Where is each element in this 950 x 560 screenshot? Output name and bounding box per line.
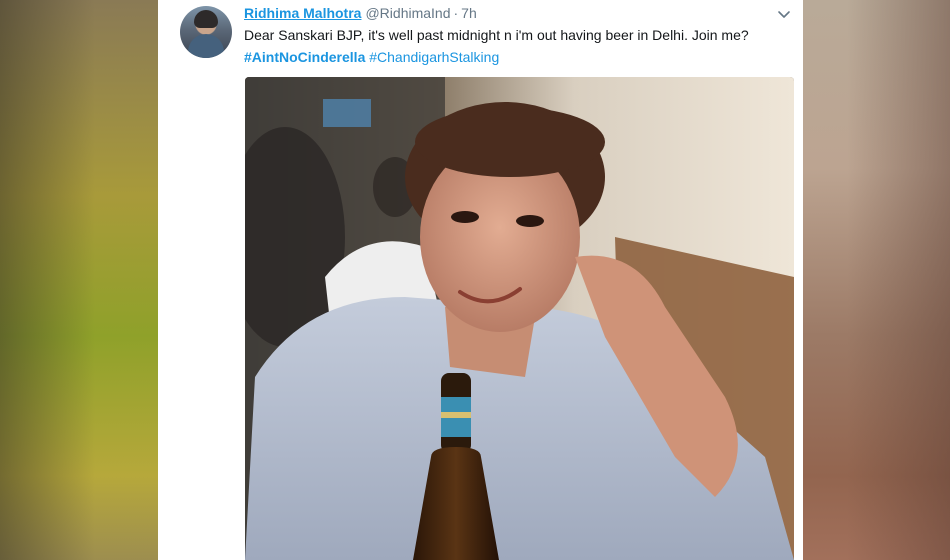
hashtag-link[interactable]: #AintNoCinderella [244,49,365,65]
tweet-card: Ridhima Malhotra @RidhimaInd · 7h Dear Sans… [158,0,803,560]
tweet-body: Dear Sanskari BJP, it's well past midnig… [244,24,794,68]
tweet-header: Ridhima Malhotra @RidhimaInd · 7h [244,4,477,22]
header-separator: · [453,5,459,21]
author-handle[interactable]: @RidhimaInd [365,5,450,21]
author-avatar[interactable] [180,6,232,58]
tweet-text: Dear Sanskari BJP, it's well past midnig… [244,27,749,43]
background-blur-left [0,0,158,560]
background-blur-right [803,0,950,560]
chevron-down-icon[interactable] [776,6,792,22]
tweet-photo[interactable] [245,77,794,560]
hashtag-link[interactable]: #ChandigarhStalking [369,49,499,65]
tweet-timestamp[interactable]: 7h [461,5,477,21]
author-name-link[interactable]: Ridhima Malhotra [244,5,361,21]
